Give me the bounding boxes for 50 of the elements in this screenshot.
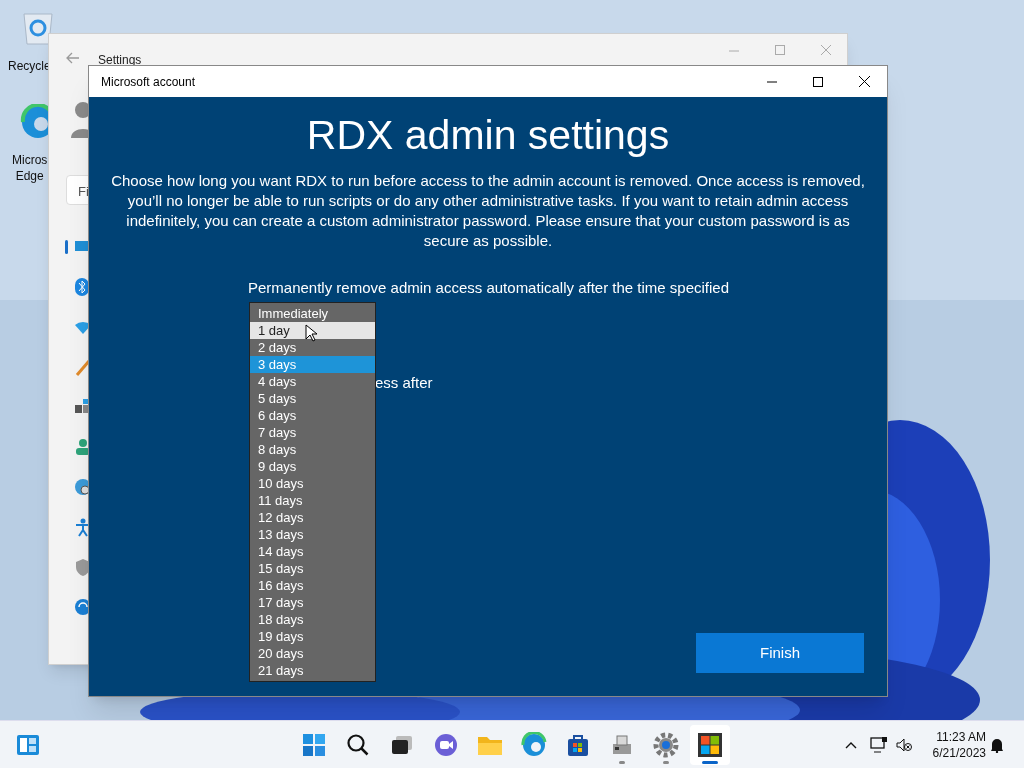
- dropdown-option[interactable]: 4 days: [250, 373, 375, 390]
- settings-icon[interactable]: [653, 732, 679, 758]
- dropdown-label: Permanently remove admin access automatically after the time specified: [248, 278, 730, 298]
- dropdown-option[interactable]: 16 days: [250, 577, 375, 594]
- back-arrow-icon[interactable]: [66, 52, 80, 64]
- dropdown-option[interactable]: 6 days: [250, 407, 375, 424]
- dropdown-option[interactable]: 9 days: [250, 458, 375, 475]
- window-title: Settings: [98, 52, 142, 69]
- recycle-bin-icon[interactable]: [20, 10, 56, 46]
- maximize-icon[interactable]: [813, 76, 823, 87]
- widgets-icon[interactable]: [16, 734, 40, 756]
- page-heading: RDX admin settings: [306, 111, 670, 159]
- dropdown-option[interactable]: 14 days: [250, 543, 375, 560]
- dropdown-option[interactable]: 21 days: [250, 662, 375, 679]
- dropdown-option[interactable]: 12 days: [250, 509, 375, 526]
- notification-icon[interactable]: [989, 737, 1005, 753]
- chevron-up-icon[interactable]: [845, 741, 857, 749]
- finish-button[interactable]: Finish: [696, 633, 864, 673]
- dropdown-option[interactable]: 2 days: [250, 339, 375, 356]
- setting-label: ess after: [375, 372, 433, 393]
- dropdown-option[interactable]: 20 days: [250, 645, 375, 662]
- dropdown-option[interactable]: 11 days: [250, 492, 375, 509]
- chat-icon[interactable]: [433, 732, 459, 758]
- search-icon[interactable]: [345, 732, 371, 758]
- clock-time[interactable]: 11:23 AM: [936, 729, 986, 745]
- mouse-pointer-icon: [305, 324, 317, 342]
- volume-muted-icon[interactable]: [896, 738, 912, 752]
- shopping-bag-icon[interactable]: [565, 732, 591, 758]
- dropdown-option[interactable]: 10 days: [250, 475, 375, 492]
- description-text: Choose how long you want RDX to run before access to the admin account is removed. Once access is removed, you’ll no longer be able to run scripts or do any other administrative tasks. If you want to retain admin access indefinitely, you can create a custom administrator password. Please ensure that your custom password is as secure as possible.: [110, 171, 866, 251]
- dropdown-option[interactable]: 15 days: [250, 560, 375, 577]
- dropdown-option[interactable]: 5 days: [250, 390, 375, 407]
- clock-date[interactable]: 6/21/2023: [932, 745, 986, 761]
- dropdown-option[interactable]: 7 days: [250, 424, 375, 441]
- app-tile-icon[interactable]: [697, 732, 723, 758]
- dropdown-option[interactable]: 13 days: [250, 526, 375, 543]
- dropdown-option[interactable]: 3 days: [250, 356, 375, 373]
- dropdown-option[interactable]: Immediately: [250, 305, 375, 322]
- window-title: Microsoft account: [101, 73, 197, 91]
- dropdown-option[interactable]: 1 day: [250, 322, 375, 339]
- dropdown-option[interactable]: 17 days: [250, 594, 375, 611]
- close-icon[interactable]: [859, 76, 870, 87]
- dropdown-option[interactable]: 8 days: [250, 441, 375, 458]
- dropdown-list[interactable]: Immediately 1 day 2 days 3 days 4 days 5 days 6 days 7 days 8 days 9 days 10 days 11 days 12 days 13 days 14 days 15 days 16 days 17 days 18 days 19 days 20 days 21 days: [249, 302, 376, 682]
- dropdown-option[interactable]: 19 days: [250, 628, 375, 645]
- network-icon[interactable]: [870, 737, 888, 753]
- icon-label: Micros Edge: [12, 152, 48, 184]
- dropdown-option[interactable]: 18 days: [250, 611, 375, 628]
- browser-icon[interactable]: [521, 732, 547, 758]
- start-icon[interactable]: [301, 732, 327, 758]
